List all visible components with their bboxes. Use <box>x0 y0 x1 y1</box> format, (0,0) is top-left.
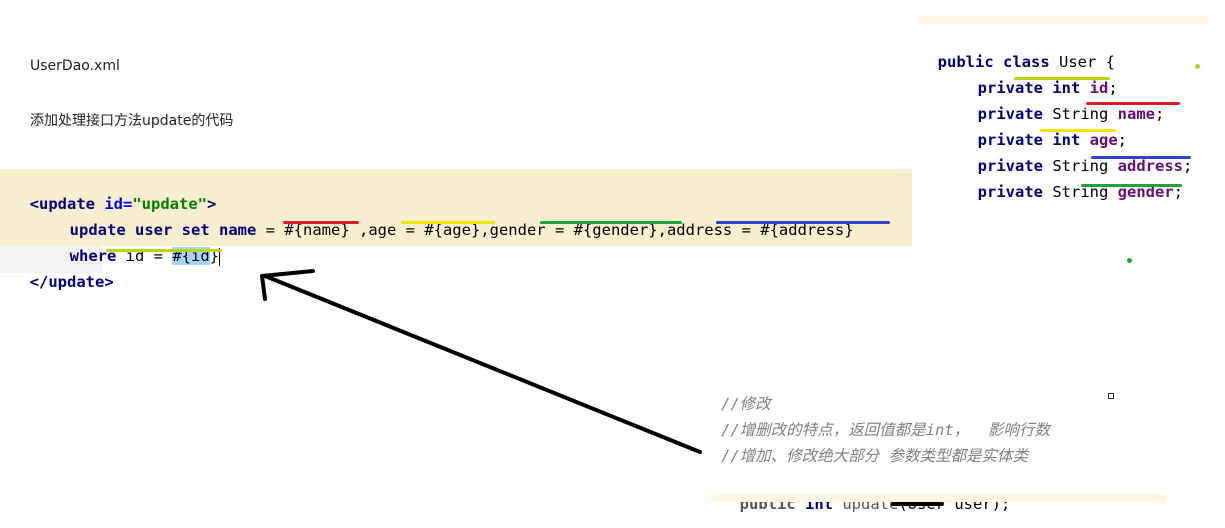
arrow-shaft <box>263 274 702 454</box>
annotation-arrow <box>260 269 702 454</box>
